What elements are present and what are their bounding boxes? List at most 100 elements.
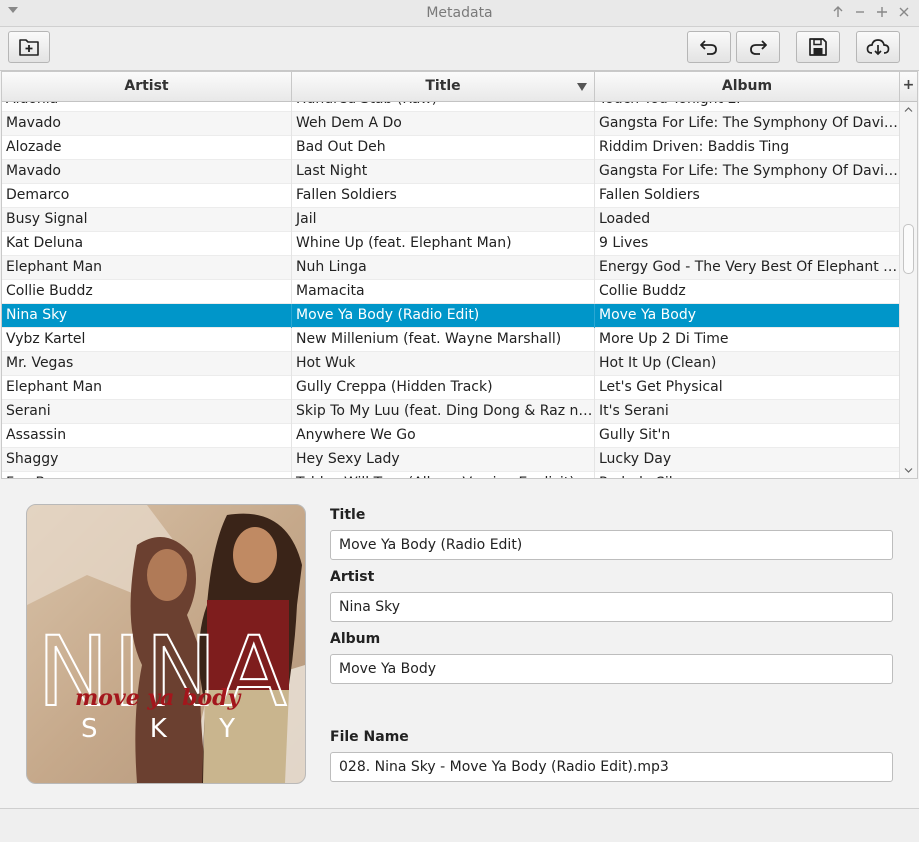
artist-cell: Mavado xyxy=(2,112,292,136)
album-art-image[interactable]: NINA move ya body S K Y xyxy=(26,504,306,784)
album-cell: Collie Buddz xyxy=(599,283,686,299)
album-cell: Touch You Tonight EP xyxy=(595,102,900,112)
title-cell: Fallen Soldiers xyxy=(292,184,595,208)
cloud-download-button[interactable] xyxy=(856,31,900,63)
album-cell: Let's Get Physical xyxy=(599,379,723,395)
artist-cell: Demarco xyxy=(2,184,292,208)
table-row[interactable]: Mr. Vegas Hot Wuk Hot It Up (Clean) xyxy=(2,352,900,376)
minimize-icon[interactable] xyxy=(852,4,868,20)
artist-cell: Mr. Vegas xyxy=(2,352,292,376)
window-title: Metadata xyxy=(426,5,493,21)
artist-cell: Kat Deluna xyxy=(2,232,292,256)
album-cell: Energy God - The Very Best Of Elephant M… xyxy=(599,259,900,275)
title-cell: New Millenium (feat. Wayne Marshall) xyxy=(292,328,595,352)
file-name-field[interactable]: 028. Nina Sky - Move Ya Body (Radio Edit… xyxy=(330,752,893,782)
artist-cell: Serani xyxy=(2,400,292,424)
album-label: Album xyxy=(330,631,381,647)
table-row[interactable]: Mavado Weh Dem A Do Gangsta For Life: The … xyxy=(2,112,900,136)
table-row[interactable]: Kat Deluna Whine Up (feat. Elephant Man) 9… xyxy=(2,232,900,256)
artist-cell: Elephant Man xyxy=(2,256,292,280)
column-header-title-label: Title xyxy=(425,78,461,94)
title-field[interactable]: Move Ya Body (Radio Edit) xyxy=(330,530,893,560)
table-vertical-scrollbar[interactable] xyxy=(899,102,917,478)
maximize-icon[interactable] xyxy=(874,4,890,20)
track-table: Artist Title Album + AidoniaHundred Stab… xyxy=(1,71,918,479)
folder-add-icon xyxy=(19,39,39,56)
album-cell: Lucky Day xyxy=(599,451,672,467)
title-cell: Gully Creppa (Hidden Track) xyxy=(292,376,595,400)
add-column-button[interactable]: + xyxy=(900,72,917,101)
table-row[interactable]: Busy Signal Jail Loaded xyxy=(2,208,900,232)
title-cell: Bad Out Deh xyxy=(292,136,595,160)
window-titlebar: Metadata xyxy=(0,0,919,27)
details-panel: NINA move ya body S K Y Title Move Ya Bo… xyxy=(0,480,919,809)
table-row[interactable]: Elephant Man Gully Creppa (Hidden Track) L… xyxy=(2,376,900,400)
keep-above-icon[interactable] xyxy=(830,4,846,20)
table-row[interactable]: Elephant Man Nuh Linga Energy God - The Ve… xyxy=(2,256,900,280)
save-button[interactable] xyxy=(796,31,840,63)
album-cell: Gully Sit'n xyxy=(599,427,671,443)
redo-button[interactable] xyxy=(736,31,780,63)
scrollbar-thumb[interactable] xyxy=(903,224,914,274)
artist-cell: Aidonia xyxy=(2,102,292,112)
table-row[interactable]: Demarco Fallen Soldiers Fallen Soldiers xyxy=(2,184,900,208)
title-cell: Hundred Stab (Raw) xyxy=(292,102,595,112)
status-bar xyxy=(0,809,919,842)
table-row[interactable]: Collie Buddz Mamacita Collie Buddz xyxy=(2,280,900,304)
column-header-artist[interactable]: Artist xyxy=(2,72,292,101)
table-row[interactable]: Shaggy Hey Sexy Lady Lucky Day xyxy=(2,448,900,472)
artist-label: Artist xyxy=(330,569,375,585)
scroll-down-icon[interactable] xyxy=(904,466,913,475)
undo-button[interactable] xyxy=(687,31,731,63)
album-art-subtitle: move ya body xyxy=(75,685,243,711)
title-label: Title xyxy=(330,507,366,523)
table-body: AidoniaHundred Stab (Raw)Touch You Tonig… xyxy=(2,102,900,478)
table-row[interactable]: Fun BoyTables Will Turn (Album Version E… xyxy=(2,472,900,478)
title-cell: Mamacita xyxy=(292,280,595,304)
table-row[interactable]: AidoniaHundred Stab (Raw)Touch You Tonig… xyxy=(2,102,900,112)
artist-cell: Vybz Kartel xyxy=(2,328,292,352)
table-row[interactable]: Serani Skip To My Luu (feat. Ding Dong & … xyxy=(2,400,900,424)
table-row[interactable]: Assassin Anywhere We Go Gully Sit'n xyxy=(2,424,900,448)
album-cell: More Up 2 Di Time xyxy=(599,331,729,347)
cloud-download-icon xyxy=(866,39,890,56)
title-cell: Last Night xyxy=(292,160,595,184)
album-cell: 9 Lives xyxy=(599,235,649,251)
column-header-album[interactable]: Album xyxy=(595,72,900,101)
album-cell: It's Serani xyxy=(599,403,669,419)
title-cell: Skip To My Luu (feat. Ding Dong & Raz n … xyxy=(292,400,595,424)
table-header: Artist Title Album + xyxy=(2,72,917,102)
artist-cell: Elephant Man xyxy=(2,376,292,400)
album-field[interactable]: Move Ya Body xyxy=(330,654,893,684)
title-cell: Hot Wuk xyxy=(292,352,595,376)
title-cell: Tables Will Turn (Album Version Explicit… xyxy=(292,472,595,478)
redo-icon xyxy=(750,40,767,55)
album-cell: Prelude Silence xyxy=(595,472,900,478)
title-cell: Whine Up (feat. Elephant Man) xyxy=(292,232,595,256)
column-header-title[interactable]: Title xyxy=(292,72,595,101)
artist-field[interactable]: Nina Sky xyxy=(330,592,893,622)
scroll-up-icon[interactable] xyxy=(904,105,913,114)
title-cell: Hey Sexy Lady xyxy=(292,448,595,472)
artist-cell: Nina Sky xyxy=(2,304,292,328)
close-icon[interactable] xyxy=(896,4,912,20)
artist-cell: Fun Boy xyxy=(2,472,292,478)
artist-cell: Collie Buddz xyxy=(2,280,292,304)
artist-cell: Alozade xyxy=(2,136,292,160)
album-cell: Fallen Soldiers xyxy=(599,187,700,203)
table-row[interactable]: Alozade Bad Out Deh Riddim Driven: Baddis … xyxy=(2,136,900,160)
album-cell: Gangsta For Life: The Symphony Of David … xyxy=(599,115,900,131)
title-cell: Nuh Linga xyxy=(292,256,595,280)
file-name-label: File Name xyxy=(330,729,409,745)
title-cell: Weh Dem A Do xyxy=(292,112,595,136)
album-art-picture: NINA move ya body S K Y xyxy=(27,505,305,783)
toolbar xyxy=(0,27,919,71)
album-cell: Gangsta For Life: The Symphony Of David … xyxy=(599,163,900,179)
artist-cell: Assassin xyxy=(2,424,292,448)
table-row[interactable]: Mavado Last Night Gangsta For Life: The Sy… xyxy=(2,160,900,184)
sort-descending-icon xyxy=(577,83,587,91)
table-row[interactable]: Nina Sky Move Ya Body (Radio Edit) Move Ya… xyxy=(2,304,900,328)
open-folder-button[interactable] xyxy=(8,31,50,63)
album-cell: Loaded xyxy=(599,211,651,227)
table-row[interactable]: Vybz Kartel New Millenium (feat. Wayne Ma… xyxy=(2,328,900,352)
